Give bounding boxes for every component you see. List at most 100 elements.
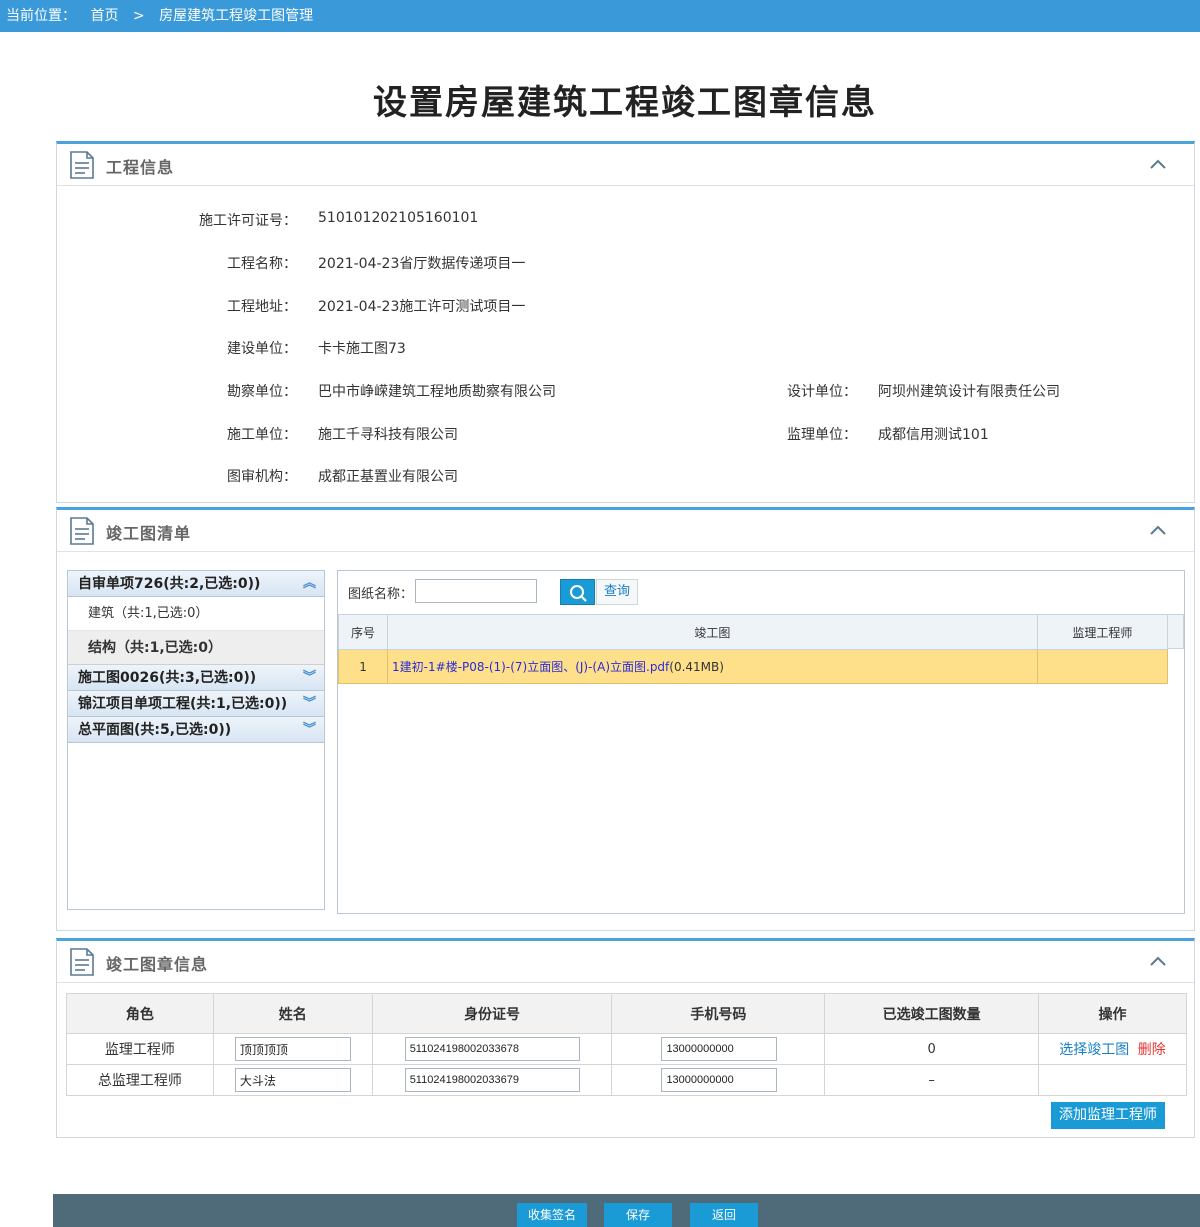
accordion-group-header[interactable]: 自审单项726(共:2,已选:0)) ︽ (68, 571, 324, 597)
phone-input[interactable] (661, 1068, 778, 1092)
delete-link[interactable]: 删除 (1138, 1042, 1166, 1058)
address-label: 工程地址： (227, 299, 297, 315)
page-title: 设置房屋建筑工程竣工图章信息 (373, 83, 877, 123)
phone-cell (611, 1064, 826, 1096)
review-label: 图审机构： (227, 469, 297, 485)
table-row[interactable]: 1 1建初-1#楼-P08-(1)-(7)立面图、(J)-(A)立面图.pdf(… (337, 649, 1169, 684)
drawing-name-search-input[interactable] (415, 579, 537, 603)
chevron-double-down-icon[interactable]: ︾ (303, 717, 316, 743)
collect-signature-button[interactable]: 收集签名 (517, 1203, 587, 1227)
collapse-chevron-up-icon[interactable] (1148, 156, 1168, 172)
accordion-group-header[interactable]: 锦江项目单项工程(共:1,已选:0)) ︾ (68, 691, 324, 717)
project-info-header: 工程信息 (57, 144, 1194, 186)
name-cell (212, 1033, 373, 1065)
footer-action-bar: 收集签名 保存 返回 (53, 1194, 1200, 1227)
col-drawing: 竣工图 (387, 614, 1038, 650)
role-cell: 监理工程师 (66, 1033, 214, 1065)
breadcrumb-bar: 当前位置： 首页 > 房屋建筑工程竣工图管理 (0, 0, 1200, 32)
count-cell: – (824, 1064, 1039, 1096)
search-icon (570, 585, 587, 602)
engineer-name-input[interactable] (234, 1037, 351, 1061)
add-engineer-button[interactable]: 添加监理工程师 (1051, 1102, 1165, 1129)
seal-table: 角色 姓名 身份证号 手机号码 已选竣工图数量 操作 监理工程师 0 选择竣工图… (66, 993, 1187, 1096)
col-role: 角色 (66, 993, 214, 1034)
survey-value: 巴中市峥嵘建筑工程地质勘察有限公司 (318, 384, 556, 400)
category-item-architecture[interactable]: 建筑（共:1,已选:0） (68, 597, 324, 631)
count-cell: 0 (824, 1033, 1039, 1065)
col-engineer: 监理工程师 (1036, 614, 1169, 650)
accordion-group-label: 施工图0026(共:3,已选:0)) (78, 670, 257, 686)
chevron-double-up-icon[interactable]: ︽ (303, 571, 316, 597)
phone-input[interactable] (661, 1037, 778, 1061)
table-scrollbar[interactable] (1167, 614, 1184, 649)
collapse-chevron-up-icon[interactable] (1148, 953, 1168, 969)
construct-value: 施工千寻科技有限公司 (318, 427, 458, 443)
query-button[interactable]: 查询 (596, 579, 638, 605)
role-cell: 总监理工程师 (66, 1064, 214, 1096)
table-row: 监理工程师 0 选择竣工图 删除 (66, 1033, 1187, 1065)
drawing-file-size: (0.41MB) (669, 660, 724, 674)
breadcrumb-current: 房屋建筑工程竣工图管理 (159, 8, 314, 24)
seal-info-title: 竣工图章信息 (106, 955, 209, 974)
accordion-group-label: 自审单项726(共:2,已选:0)) (78, 576, 261, 592)
row-drawing: 1建初-1#楼-P08-(1)-(7)立面图、(J)-(A)立面图.pdf(0.… (387, 649, 1038, 684)
builder-label: 建设单位： (227, 341, 297, 357)
seal-header-row: 角色 姓名 身份证号 手机号码 已选竣工图数量 操作 (66, 993, 1187, 1034)
phone-cell (611, 1033, 826, 1065)
id-number-input[interactable] (404, 1068, 580, 1092)
document-icon (70, 151, 94, 179)
drawing-list-panel: 竣工图清单 自审单项726(共:2,已选:0)) ︽ 建筑（共:1,已选:0） … (56, 507, 1195, 931)
col-operation: 操作 (1038, 993, 1187, 1034)
category-accordion: 自审单项726(共:2,已选:0)) ︽ 建筑（共:1,已选:0） 结构（共:1… (67, 570, 325, 910)
drawing-list-title: 竣工图清单 (106, 524, 192, 543)
breadcrumb-separator: > (132, 8, 145, 24)
drawing-table: 序号 竣工图 监理工程师 1 1建初-1#楼-P08-(1)-(7)立面图、(J… (337, 614, 1169, 684)
accordion-group-label: 总平面图(共:5,已选:0)) (78, 722, 232, 738)
survey-label: 勘察单位： (227, 384, 297, 400)
construct-label: 施工单位： (227, 427, 297, 443)
accordion-group-header[interactable]: 总平面图(共:5,已选:0)) ︾ (68, 717, 324, 743)
table-row: 总监理工程师 – (66, 1064, 1187, 1096)
search-label: 图纸名称： (348, 587, 414, 602)
drawing-table-area: 图纸名称： 查询 序号 竣工图 监理工程师 1 1建初-1#楼-P08-(1)-… (337, 570, 1185, 914)
breadcrumb-home[interactable]: 首页 (90, 8, 118, 24)
operation-cell (1038, 1064, 1187, 1096)
id-cell (371, 1064, 613, 1096)
review-value: 成都正基置业有限公司 (318, 469, 458, 485)
chevron-double-down-icon[interactable]: ︾ (303, 665, 316, 691)
breadcrumb-label: 当前位置： (6, 8, 76, 24)
search-button[interactable] (560, 579, 595, 605)
row-engineer (1036, 649, 1169, 684)
select-drawing-link[interactable]: 选择竣工图 (1059, 1042, 1129, 1058)
accordion-group-label: 锦江项目单项工程(共:1,已选:0)) (78, 696, 288, 712)
project-info-panel: 工程信息 施工许可证号： 510101202105160101 工程名称： 20… (56, 141, 1195, 503)
address-value: 2021-04-23施工许可测试项目一 (318, 299, 526, 315)
design-value: 阿坝州建筑设计有限责任公司 (878, 384, 1060, 400)
table-header-row: 序号 竣工图 监理工程师 (337, 614, 1169, 650)
drawing-file-link[interactable]: 1建初-1#楼-P08-(1)-(7)立面图、(J)-(A)立面图.pdf (392, 660, 669, 674)
seal-info-panel: 竣工图章信息 角色 姓名 身份证号 手机号码 已选竣工图数量 操作 监理工程师 … (56, 938, 1195, 1138)
project-info-title: 工程信息 (106, 158, 175, 177)
project-name-label: 工程名称： (227, 256, 297, 272)
back-button[interactable]: 返回 (690, 1203, 758, 1227)
design-label: 设计单位： (787, 384, 857, 400)
save-button[interactable]: 保存 (604, 1203, 672, 1227)
drawing-list-header: 竣工图清单 (57, 510, 1194, 552)
col-id: 身份证号 (371, 993, 613, 1034)
col-name: 姓名 (212, 993, 373, 1034)
col-count: 已选竣工图数量 (824, 993, 1039, 1034)
supervise-value: 成都信用测试101 (878, 427, 989, 443)
category-item-structure[interactable]: 结构（共:1,已选:0） (68, 631, 324, 665)
id-number-input[interactable] (404, 1037, 580, 1061)
chevron-double-down-icon[interactable]: ︾ (303, 691, 316, 717)
row-seq: 1 (337, 649, 389, 684)
name-cell (212, 1064, 373, 1096)
project-name-value: 2021-04-23省厅数据传递项目一 (318, 256, 526, 272)
supervise-label: 监理单位： (787, 427, 857, 443)
permit-label: 施工许可证号： (199, 213, 297, 229)
document-icon (70, 517, 94, 545)
accordion-group-header[interactable]: 施工图0026(共:3,已选:0)) ︾ (68, 665, 324, 691)
builder-value: 卡卡施工图73 (318, 341, 406, 357)
collapse-chevron-up-icon[interactable] (1148, 522, 1168, 538)
engineer-name-input[interactable] (234, 1068, 351, 1092)
